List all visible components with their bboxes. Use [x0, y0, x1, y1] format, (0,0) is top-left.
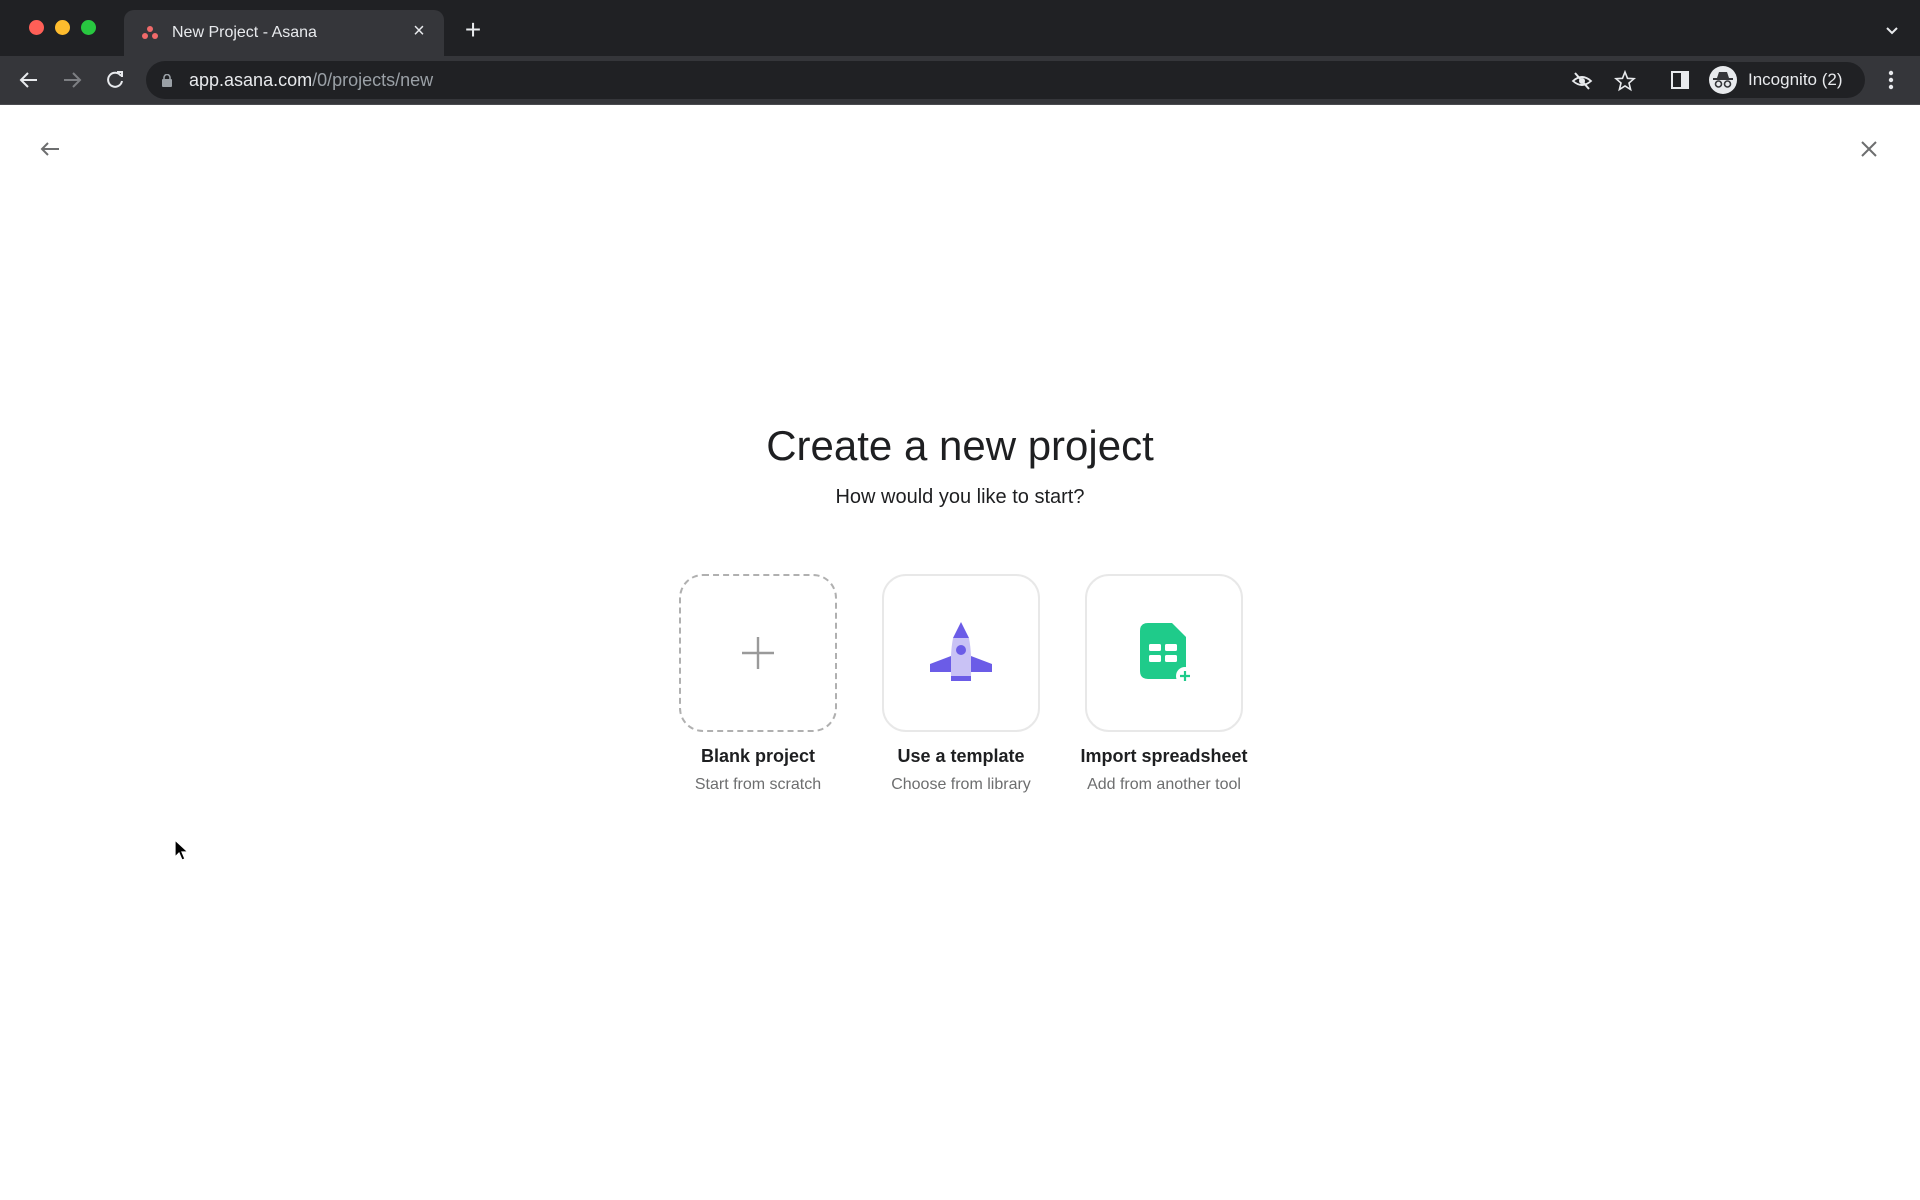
- url-host: app.asana.com: [189, 70, 313, 90]
- option-description: Start from scratch: [694, 776, 822, 793]
- option-title: Use a template: [897, 746, 1025, 766]
- tab-close-icon[interactable]: ×: [408, 20, 430, 42]
- use-template-tile[interactable]: [882, 574, 1040, 732]
- option-blank-project[interactable]: Blank project Start from scratch: [678, 574, 838, 794]
- window-minimize-button[interactable]: [55, 20, 70, 35]
- option-title: Blank project: [700, 746, 816, 766]
- url-path: /0/projects/new: [312, 70, 434, 90]
- option-description: Add from another tool: [1087, 776, 1241, 793]
- page-title: Create a new project: [766, 422, 1154, 469]
- profile-button[interactable]: Incognito (2): [1705, 62, 1865, 98]
- project-options: Blank project Start from scratch Use a t…: [678, 574, 1248, 804]
- asana-logo-icon: [142, 26, 158, 40]
- window-maximize-button[interactable]: [81, 20, 96, 35]
- option-use-template[interactable]: Use a template Choose from library: [881, 574, 1041, 794]
- forward-icon[interactable]: [58, 66, 86, 94]
- side-panel-icon[interactable]: [1666, 66, 1694, 94]
- rocket-icon: [930, 622, 992, 681]
- reload-icon[interactable]: [101, 66, 129, 94]
- browser-toolbar: app.asana.com/0/projects/new Incognito (…: [0, 56, 1920, 104]
- back-button[interactable]: [36, 135, 64, 163]
- new-project-page: Create a new project How would you like …: [0, 105, 1920, 1200]
- tab-title: New Project - Asana: [172, 24, 317, 41]
- incognito-icon: [1709, 66, 1737, 94]
- browser-chrome: New Project - Asana × + app.asana.com/0/…: [0, 0, 1920, 105]
- mouse-cursor-icon: [174, 838, 190, 863]
- blank-project-tile[interactable]: [679, 574, 837, 732]
- option-description: Choose from library: [891, 776, 1031, 793]
- browser-tab-active[interactable]: New Project - Asana ×: [124, 10, 444, 56]
- address-bar[interactable]: app.asana.com/0/projects/new: [146, 61, 1742, 99]
- option-import-spreadsheet[interactable]: Import spreadsheet Add from another tool: [1080, 574, 1248, 794]
- back-icon[interactable]: [15, 66, 43, 94]
- spreadsheet-import-icon: [1140, 623, 1194, 685]
- lock-icon[interactable]: [161, 73, 173, 87]
- page-subtitle: How would you like to start?: [835, 486, 1085, 508]
- window-close-button[interactable]: [29, 20, 44, 35]
- option-title: Import spreadsheet: [1080, 746, 1248, 766]
- plus-icon: [742, 637, 774, 669]
- import-spreadsheet-tile[interactable]: [1085, 574, 1243, 732]
- tab-strip: New Project - Asana × +: [0, 0, 1920, 56]
- new-tab-button[interactable]: +: [460, 16, 486, 44]
- eye-off-icon[interactable]: [1571, 70, 1593, 92]
- arrow-left-icon: [40, 142, 59, 156]
- profile-label: Incognito (2): [1748, 70, 1843, 89]
- close-icon: [1861, 141, 1877, 157]
- star-icon[interactable]: [1614, 70, 1636, 92]
- close-button[interactable]: [1855, 135, 1883, 163]
- tab-search-icon[interactable]: [1884, 22, 1900, 38]
- url-text[interactable]: app.asana.com/0/projects/new: [189, 70, 433, 91]
- menu-dots-icon[interactable]: [1877, 66, 1905, 94]
